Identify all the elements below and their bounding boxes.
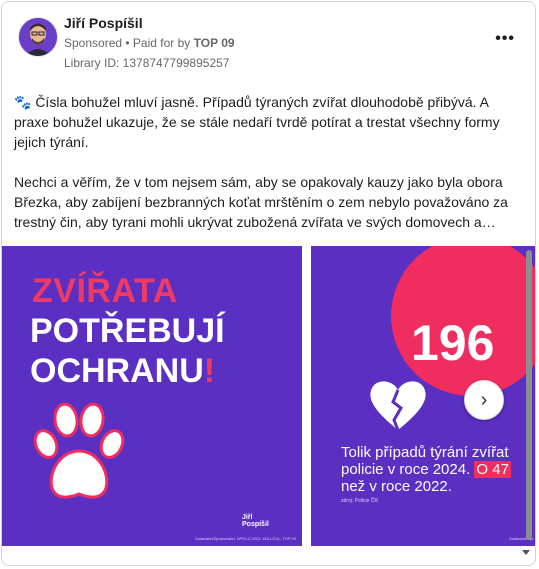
headline-line-3-text: OCHRANU: [30, 352, 204, 390]
scroll-down-arrow-icon[interactable]: [522, 550, 530, 555]
headline-bang: !: [203, 352, 216, 390]
slide-1-small-print: Zadavatel/Zpracovatel: SPOLU 2022, KDU-Č…: [195, 536, 296, 541]
paid-for-by: TOP 09: [193, 36, 235, 50]
ad-card: Jiří Pospíšil Sponsored • Paid for by TO…: [1, 1, 536, 566]
library-id: Library ID: 1378747799895257: [64, 56, 230, 70]
sponsored-label: Sponsored: [64, 36, 123, 50]
more-dots-icon[interactable]: •••: [495, 30, 515, 48]
stat-number: 196: [411, 315, 495, 371]
sponsored-meta: Sponsored • Paid for by TOP 09: [64, 36, 235, 50]
headline-line-2: POTŘEBUJÍ: [30, 312, 225, 350]
image-carousel[interactable]: ZVÍŘATA POTŘEBUJÍ OCHRANU! Jiří Pospíšil…: [2, 246, 535, 546]
stat-text: Tolik případů týrání zvířat policie v ro…: [341, 444, 535, 495]
carousel-slide-2[interactable]: 196 › Tolik případů týrání zvířat polici…: [311, 246, 535, 546]
headline-line-3: OCHRANU!: [30, 352, 215, 391]
post-paragraph-1: 🐾 Čísla bohužel mluví jasně. Případů týr…: [14, 94, 500, 150]
scrollbar-thumb[interactable]: [526, 250, 532, 540]
stat-text-tail: než v roce 2022.: [341, 478, 452, 495]
carousel-slide-1[interactable]: ZVÍŘATA POTŘEBUJÍ OCHRANU! Jiří Pospíšil…: [2, 246, 302, 546]
post-body: 🐾 Čísla bohužel mluví jasně. Případů týr…: [14, 92, 526, 252]
logo-line-2: Pospíšil: [242, 521, 269, 528]
logo-line-1: Jiří: [242, 514, 253, 521]
broken-heart-icon: [370, 381, 426, 431]
author-name[interactable]: Jiří Pospíšil: [64, 15, 143, 31]
candidate-logo: Jiří Pospíšil: [242, 514, 269, 528]
chevron-right-icon[interactable]: ›: [464, 380, 504, 420]
stat-highlight: O 47: [474, 461, 511, 478]
post-paragraph-2: Nechci a věřím, že v tom nejsem sám, aby…: [14, 174, 508, 230]
paw-icon: [33, 402, 125, 499]
headline-line-1: ZVÍŘATA: [32, 272, 178, 310]
paid-for-prefix: • Paid for by: [122, 36, 194, 50]
author-avatar[interactable]: [18, 17, 58, 57]
stat-source: zdroj: Policie ČR: [341, 498, 378, 504]
